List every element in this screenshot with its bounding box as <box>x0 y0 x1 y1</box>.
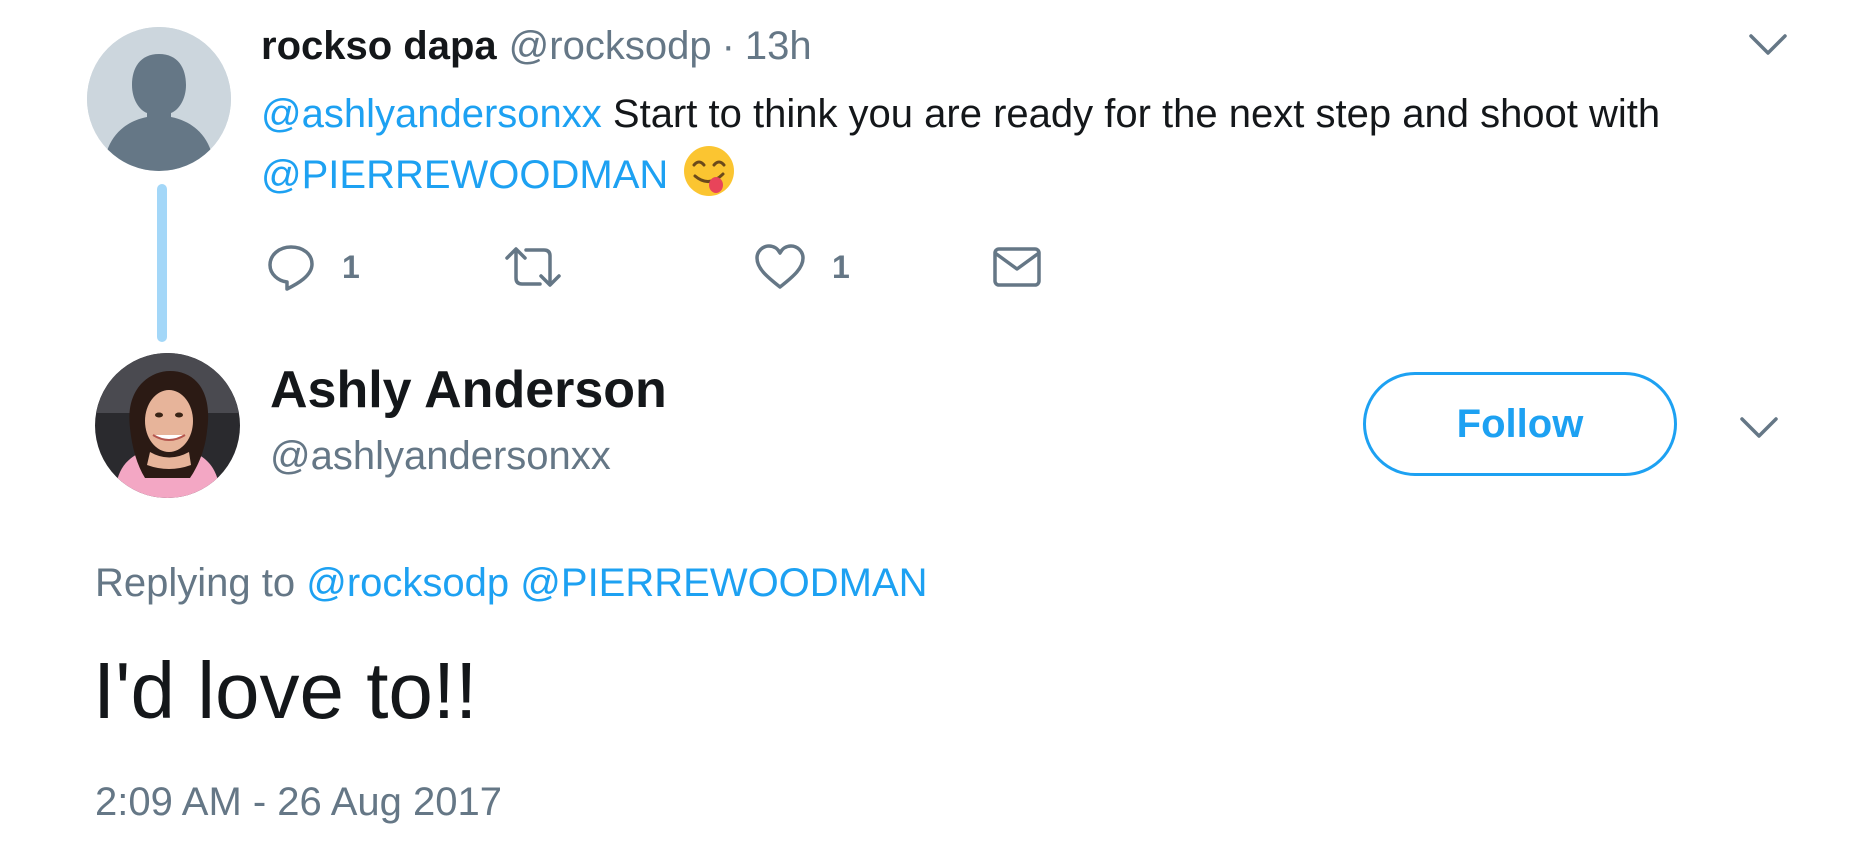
reply-tweet-menu-button[interactable] <box>1738 413 1780 443</box>
parent-author-handle[interactable]: @rocksodp <box>509 24 712 69</box>
header-separator: · <box>721 24 735 68</box>
like-action[interactable]: 1 <box>754 240 850 294</box>
default-profile-icon <box>87 27 231 171</box>
reply-icon <box>268 245 314 291</box>
chevron-down-icon <box>1749 34 1787 55</box>
replying-to-mention[interactable]: @rocksodp <box>306 561 509 605</box>
thread-connector-line <box>157 184 167 342</box>
user-avatar[interactable] <box>95 353 240 498</box>
reply-count: 1 <box>342 248 360 285</box>
chevron-down-icon <box>1740 417 1778 438</box>
direct-message-action[interactable] <box>992 240 1042 294</box>
parent-tweet-menu-button[interactable] <box>1747 30 1789 60</box>
reply-author-name[interactable]: Ashly Anderson <box>270 360 667 420</box>
profile-photo <box>95 353 240 498</box>
parent-author-name[interactable]: rockso dapa <box>261 24 497 69</box>
parent-tweet-header: rockso dapa @rocksodp · 13h <box>261 24 812 74</box>
mention-link[interactable]: @ashlyandersonxx <box>261 92 602 136</box>
heart-icon <box>755 244 805 289</box>
replying-to-line: Replying to @rocksodp @PIERREWOODMAN <box>95 561 928 606</box>
reply-tweet-text: I'd love to!! <box>93 646 478 735</box>
replying-to-label: Replying to <box>95 561 307 605</box>
tweet-timestamp[interactable]: 2:09 AM - 26 Aug 2017 <box>95 780 502 825</box>
parent-tweet-text: @ashlyandersonxx Start to think you are … <box>261 84 1801 205</box>
parent-tweet-time[interactable]: 13h <box>745 24 812 69</box>
default-avatar[interactable] <box>87 27 231 171</box>
envelope-icon <box>993 247 1041 287</box>
mention-link[interactable]: @PIERREWOODMAN <box>261 153 668 197</box>
reply-action[interactable]: 1 <box>266 240 360 294</box>
follow-button[interactable]: Follow <box>1363 372 1677 476</box>
replying-to-mention[interactable]: @PIERREWOODMAN <box>520 561 927 605</box>
retweet-action[interactable] <box>504 240 562 294</box>
like-count: 1 <box>832 248 850 285</box>
face-savoring-food-emoji <box>682 144 736 198</box>
parent-tweet-body: Start to think you are ready for the nex… <box>601 92 1661 136</box>
reply-author-handle[interactable]: @ashlyandersonxx <box>270 434 611 479</box>
retweet-icon <box>505 247 561 287</box>
